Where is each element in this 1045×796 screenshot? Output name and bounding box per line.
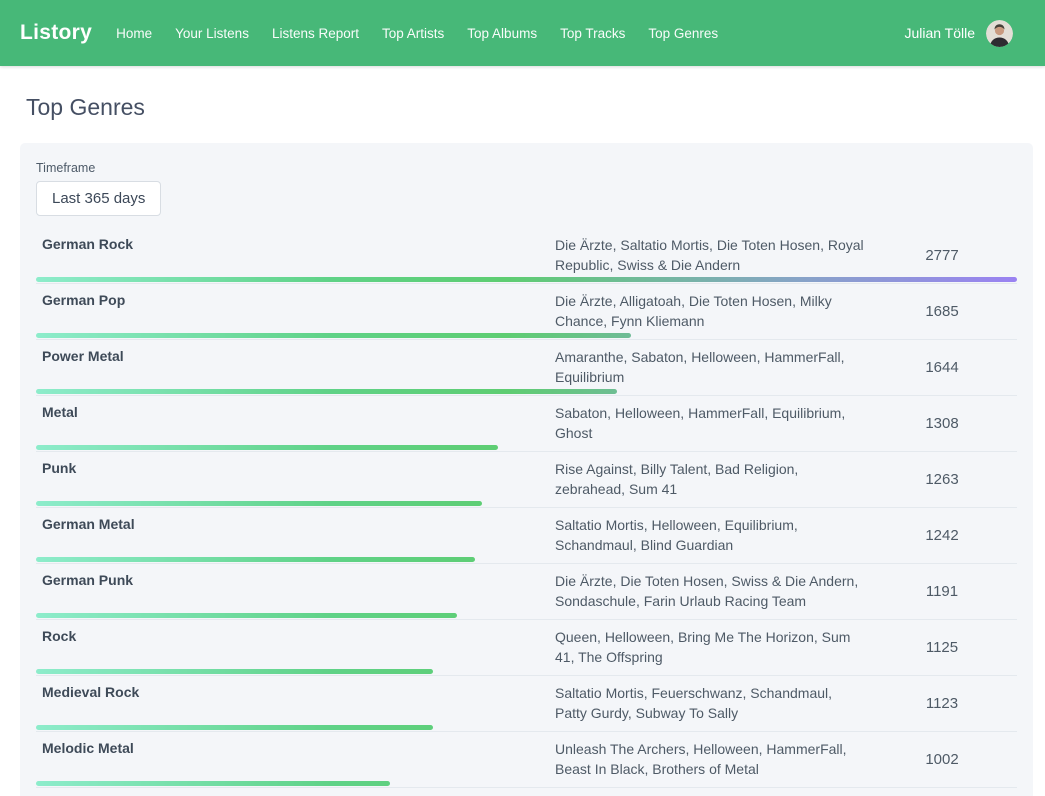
genre-progress-bar (36, 725, 433, 730)
timeframe-label: Timeframe (36, 161, 1017, 175)
genre-progress-bar (36, 669, 433, 674)
genre-artists: Sabaton, Helloween, HammerFall, Equilibr… (555, 403, 867, 443)
nav-item-top-genres[interactable]: Top Genres (648, 26, 718, 41)
genre-artists: Die Ärzte, Alligatoah, Die Toten Hosen, … (555, 291, 867, 331)
genre-progress-bar (36, 557, 475, 562)
genre-name: German Pop (42, 291, 555, 308)
user-name[interactable]: Julian Tölle (904, 25, 975, 41)
genre-row: German Indie Bukahara, Käptn Peng, KYTES… (36, 788, 1017, 796)
nav-item-your-listens[interactable]: Your Listens (175, 26, 249, 41)
genre-count: 1685 (867, 303, 1017, 320)
genre-name: Medieval Rock (42, 683, 555, 700)
genre-progress-bar (36, 277, 1017, 282)
genre-progress-bar (36, 389, 617, 394)
genre-row: German Punk Die Ärzte, Die Toten Hosen, … (36, 564, 1017, 620)
genre-artists: Amaranthe, Sabaton, Helloween, HammerFal… (555, 347, 867, 387)
genre-artists: Saltatio Mortis, Feuerschwanz, Schandmau… (555, 683, 867, 723)
genre-progress-bar (36, 613, 457, 618)
genre-count: 2777 (867, 247, 1017, 264)
genre-artists: Die Ärzte, Die Toten Hosen, Swiss & Die … (555, 571, 867, 611)
genre-name: German Metal (42, 515, 555, 532)
genre-name: German Rock (42, 235, 555, 252)
genre-artists: Queen, Helloween, Bring Me The Horizon, … (555, 627, 867, 667)
genre-count: 1002 (867, 751, 1017, 768)
nav-item-top-tracks[interactable]: Top Tracks (560, 26, 625, 41)
genre-name: Punk (42, 459, 555, 476)
genre-row: German Rock Die Ärzte, Saltatio Mortis, … (36, 228, 1017, 284)
genre-count: 1242 (867, 527, 1017, 544)
genre-progress-bar (36, 501, 482, 506)
nav-item-home[interactable]: Home (116, 26, 152, 41)
nav-item-top-artists[interactable]: Top Artists (382, 26, 444, 41)
genre-count: 1125 (867, 639, 1017, 656)
genre-artists: Unleash The Archers, Helloween, HammerFa… (555, 739, 867, 779)
genre-count: 1123 (867, 695, 1017, 712)
nav-item-listens-report[interactable]: Listens Report (272, 26, 359, 41)
genre-count: 1191 (867, 583, 1017, 600)
app-logo[interactable]: Listory (20, 21, 92, 45)
genre-name: Rock (42, 627, 555, 644)
genre-count: 1644 (867, 359, 1017, 376)
genre-count: 1263 (867, 471, 1017, 488)
genre-progress-bar (36, 445, 498, 450)
genre-artists: Rise Against, Billy Talent, Bad Religion… (555, 459, 867, 499)
user-avatar-icon[interactable] (986, 20, 1013, 47)
genre-progress-bar (36, 333, 631, 338)
genre-name: Metal (42, 403, 555, 420)
nav-item-top-albums[interactable]: Top Albums (467, 26, 537, 41)
top-nav-bar: Listory Home Your Listens Listens Report… (0, 0, 1045, 66)
genre-row: Medieval Rock Saltatio Mortis, Feuerschw… (36, 676, 1017, 732)
genre-name: German Punk (42, 571, 555, 588)
genre-name: Melodic Metal (42, 739, 555, 756)
timeframe-select[interactable]: Last 365 days (36, 181, 161, 216)
genre-row: German Pop Die Ärzte, Alligatoah, Die To… (36, 284, 1017, 340)
genre-row: German Metal Saltatio Mortis, Helloween,… (36, 508, 1017, 564)
genre-row: Rock Queen, Helloween, Bring Me The Hori… (36, 620, 1017, 676)
genre-artists: Die Ärzte, Saltatio Mortis, Die Toten Ho… (555, 235, 867, 275)
top-genres-card: Timeframe Last 365 days German Rock Die … (20, 143, 1033, 796)
genre-row: Metal Sabaton, Helloween, HammerFall, Eq… (36, 396, 1017, 452)
genre-name: Power Metal (42, 347, 555, 364)
genre-row: Melodic Metal Unleash The Archers, Hello… (36, 732, 1017, 788)
main-nav: Home Your Listens Listens Report Top Art… (116, 26, 718, 41)
genre-row: Punk Rise Against, Billy Talent, Bad Rel… (36, 452, 1017, 508)
genre-progress-bar (36, 781, 390, 786)
genre-row: Power Metal Amaranthe, Sabaton, Hellowee… (36, 340, 1017, 396)
genre-table: German Rock Die Ärzte, Saltatio Mortis, … (36, 228, 1017, 796)
genre-count: 1308 (867, 415, 1017, 432)
page-title: Top Genres (26, 94, 1045, 121)
genre-artists: Saltatio Mortis, Helloween, Equilibrium,… (555, 515, 867, 555)
